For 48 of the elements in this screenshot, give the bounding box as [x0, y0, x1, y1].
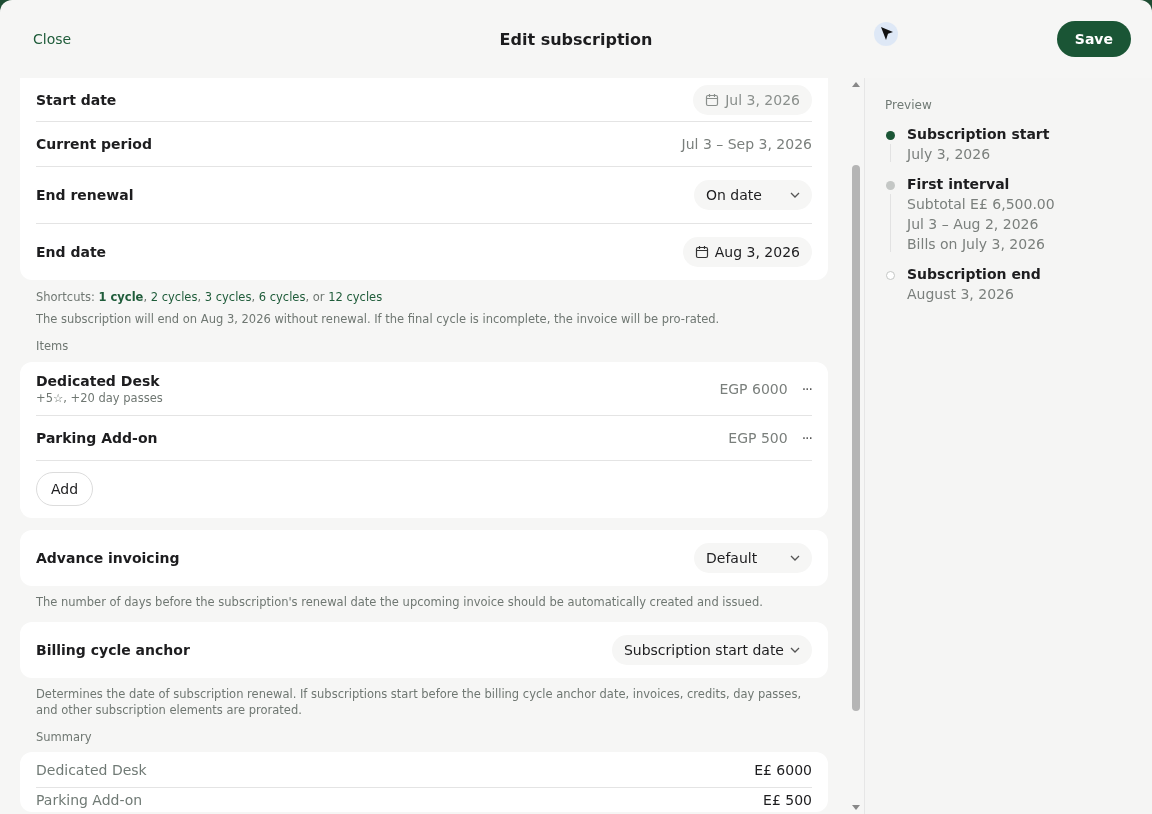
event-detail: August 3, 2026 [907, 286, 1015, 302]
event-detail: July 3, 2026 [907, 146, 992, 162]
item-name: Parking Add-on [36, 430, 158, 446]
field-label: End renewal [36, 187, 134, 203]
event-detail: Bills on July 3, 2026 [907, 236, 1046, 252]
date-field[interactable]: Aug 3, 2026 [682, 237, 812, 267]
item-price: EGP 500 [728, 430, 788, 446]
item-price: EGP 6000 [719, 380, 788, 397]
preview-label: Preview [885, 98, 933, 112]
event-detail: Jul 3 – Aug 2, 2026 [907, 216, 1040, 232]
period-value: Jul 3 – Sep 3, 2026 [681, 136, 812, 152]
item-name: Dedicated Desk [36, 372, 161, 389]
summary-amount: E£ 500 [763, 792, 812, 808]
section-label: Summary [35, 730, 93, 744]
dropdown[interactable]: Default [694, 543, 812, 573]
event-detail: Subtotal E£ 6,500.00 [907, 196, 1055, 212]
more-button[interactable]: ··· [801, 380, 812, 397]
close-link[interactable]: Close [33, 31, 72, 47]
event-title: First interval [907, 176, 1011, 192]
event-title: Subscription end [907, 266, 1041, 282]
end-note: The subscription will end on Aug 3, 2026 without renewal. If the final cycle is incomplete, the invoice will be pro-rated. [35, 311, 721, 327]
help-text: The number of days before the subscription's renewal date the upcoming invoice should be automatically created and issued. [35, 594, 764, 610]
calendar-icon [705, 92, 720, 107]
field-label: Start date [36, 91, 117, 108]
summary-name: Parking Add-on [36, 792, 143, 808]
cursor-icon [872, 20, 900, 48]
calendar-icon [694, 245, 709, 259]
help-text: Determines the date of subscription renewal. If subscriptions start before the billing cycle anchor date, invoices, credits, day passes, and other subscription elements are prorated. [35, 686, 803, 718]
event-title: Subscription start [907, 126, 1050, 142]
summary-name: Dedicated Desk [36, 761, 147, 778]
field-label: End date [36, 244, 107, 260]
field-label: Advance invoicing [36, 550, 180, 566]
summary-amount: E£ 6000 [754, 761, 812, 778]
chevron-down-icon [790, 555, 800, 561]
chevron-down-icon [790, 647, 800, 653]
dropdown[interactable]: Subscription start date [611, 635, 812, 665]
section-label: Items [35, 339, 70, 353]
shortcut-link[interactable]: 12 cycles [328, 290, 383, 304]
dropdown[interactable]: On date [694, 180, 812, 210]
shortcuts-text: Shortcuts: 1 cycle, 2 cycles, 3 cycles, 6 cycles, or 12 cycles [36, 290, 383, 304]
field-label: Current period [36, 136, 152, 152]
chevron-down-icon [790, 192, 800, 198]
item-detail: +5☆, +20 day passes [36, 390, 163, 405]
field-label: Billing cycle anchor [36, 642, 190, 658]
dialog-title: Edit subscription [499, 29, 653, 49]
save-button[interactable]: Save [1056, 21, 1131, 57]
more-button[interactable]: ··· [801, 430, 812, 446]
add-button[interactable]: Add [36, 472, 94, 506]
